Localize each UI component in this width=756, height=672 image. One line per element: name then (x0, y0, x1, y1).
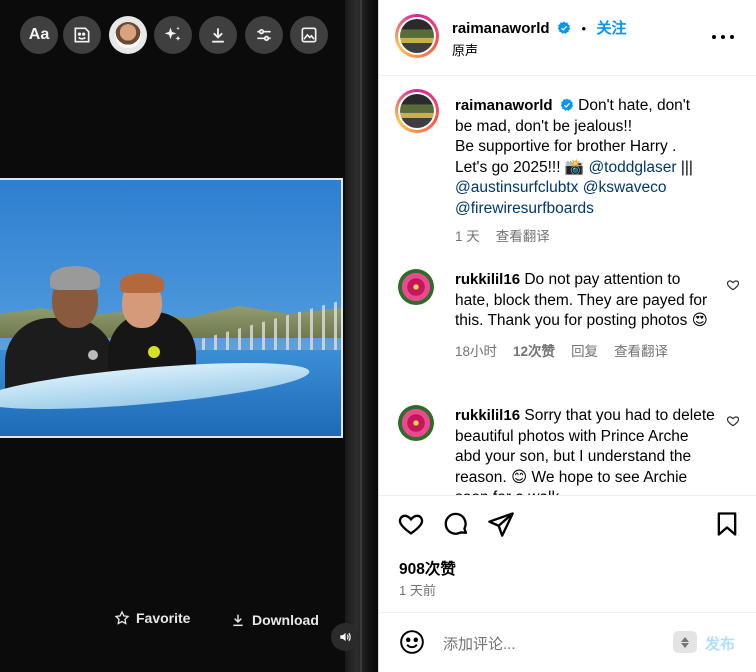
surf-photo (0, 178, 343, 438)
comment-translate-link[interactable]: 查看翻译 (614, 340, 668, 360)
comment-username[interactable]: rukkilil16 (455, 271, 520, 288)
star-icon (114, 610, 130, 625)
caption-line: Be supportive for brother Harry . (455, 138, 677, 155)
download-tool-button[interactable] (199, 16, 237, 54)
comment-meta: 18小时 12次赞 回复 查看翻译 (455, 340, 717, 360)
comment-item: rukkilil16 Sorry that you had to delete … (455, 406, 717, 495)
author-username[interactable]: raimanaworld (452, 20, 550, 37)
sliders-icon (257, 29, 271, 42)
phone-edge-line (360, 0, 362, 672)
share-button[interactable] (487, 510, 515, 538)
avatar-tool-button[interactable] (109, 16, 147, 54)
mention-link[interactable]: @kswaveco (583, 179, 667, 196)
download-icon (233, 614, 243, 627)
caption-time[interactable]: 1 天 (455, 225, 480, 245)
verified-badge-icon (557, 21, 571, 34)
post-panel: raimanaworld • 关注 原声 raimanaworld Don't … (378, 0, 756, 672)
comment-bubble-icon (444, 512, 468, 535)
sticker-tool-button[interactable] (63, 16, 101, 54)
download-label: Download (252, 612, 319, 628)
adjust-tool-button[interactable] (245, 16, 283, 54)
caption-text: raimanaworld Don't hate, don't be mad, d… (455, 96, 745, 219)
reply-button[interactable]: 回复 (571, 340, 598, 360)
more-options-icon[interactable] (712, 26, 734, 48)
caption-line: Let's go 2025!!! 📸 (455, 158, 585, 176)
gallery-tool-button[interactable] (290, 16, 328, 54)
audio-toggle-button[interactable] (331, 623, 359, 651)
mention-link[interactable]: @firewiresurfboards (455, 200, 594, 217)
favorite-label: Favorite (136, 610, 191, 626)
comment-input[interactable]: 添加评论... (443, 633, 516, 654)
sparkles-icon (164, 26, 181, 41)
comment-like-icon[interactable] (726, 278, 740, 292)
person-left-hair (50, 266, 100, 290)
bookmark-icon (717, 512, 737, 536)
caption-line: Don't hate, don't (578, 97, 691, 114)
wetsuit-logo (88, 350, 98, 360)
follow-button[interactable]: 关注 (596, 20, 626, 37)
mini-avatar-icon (115, 22, 141, 48)
save-button[interactable] (713, 510, 741, 538)
comment-time[interactable]: 18小时 (455, 340, 497, 360)
author-avatar[interactable] (395, 14, 439, 58)
caption: raimanaworld Don't hate, don't be mad, d… (455, 96, 745, 245)
text-tool-button[interactable]: Aa (20, 16, 58, 54)
text-tool-label: Aa (28, 26, 50, 43)
verified-badge-icon (560, 98, 574, 111)
wetsuit-logo (148, 346, 160, 358)
paper-plane-icon (488, 512, 514, 537)
caption-translate-link[interactable]: 查看翻译 (496, 225, 550, 245)
download-button[interactable]: Download (230, 612, 319, 628)
comment-item: rukkilil16 Do not pay attention to hate,… (455, 270, 717, 360)
caption-meta: 1 天 查看翻译 (455, 225, 745, 245)
comment-button[interactable] (442, 510, 470, 538)
heart-icon (398, 514, 424, 535)
media-viewer[interactable]: Aa Favorite Download (0, 0, 378, 672)
post-date[interactable]: 1 天前 (399, 580, 436, 599)
comment-username[interactable]: rukkilil16 (455, 407, 520, 424)
scroll-stepper[interactable] (673, 631, 697, 653)
sticker-icon (74, 27, 90, 43)
comments-scroll[interactable]: raimanaworld Don't hate, don't be mad, d… (379, 77, 756, 495)
audio-label[interactable]: 原声 (452, 40, 478, 59)
caption-username[interactable]: raimanaworld (455, 97, 553, 114)
comment-composer: 添加评论... 发布 (379, 612, 756, 672)
story-editor-toolbar: Aa (0, 16, 345, 56)
comment-body: rukkilil16 Do not pay attention to hate,… (455, 270, 717, 332)
likes-count[interactable]: 908次赞 (399, 557, 456, 579)
smiley-icon (400, 630, 424, 654)
comment-like-icon[interactable] (726, 414, 740, 428)
person-right-hair (120, 273, 164, 293)
post-comment-button[interactable]: 发布 (705, 633, 735, 654)
separator-dot: • (581, 21, 586, 36)
mention-link[interactable]: @toddglaser (588, 159, 676, 176)
comment-avatar[interactable] (398, 269, 434, 305)
like-button[interactable] (397, 510, 425, 538)
gallery-icon (301, 27, 317, 43)
post-header: raimanaworld • 关注 原声 (379, 0, 756, 76)
effects-tool-button[interactable] (154, 16, 192, 54)
post-actions: 908次赞 1 天前 (379, 495, 756, 612)
emoji-button[interactable] (399, 629, 425, 655)
header-title-row: raimanaworld • 关注 (452, 17, 626, 38)
comment-avatar[interactable] (398, 405, 434, 441)
mention-link[interactable]: @austinsurfclubtx (455, 179, 578, 196)
favorite-button[interactable]: Favorite (114, 610, 190, 626)
comment-likes[interactable]: 12次赞 (513, 340, 555, 360)
caption-separator: ||| (680, 158, 693, 176)
comment-body: rukkilil16 Sorry that you had to delete … (455, 406, 717, 495)
caption-author-avatar[interactable] (395, 89, 439, 133)
download-icon (212, 28, 224, 43)
caption-line: be mad, don't be jealous!! (455, 117, 633, 135)
speaker-icon (340, 632, 351, 642)
